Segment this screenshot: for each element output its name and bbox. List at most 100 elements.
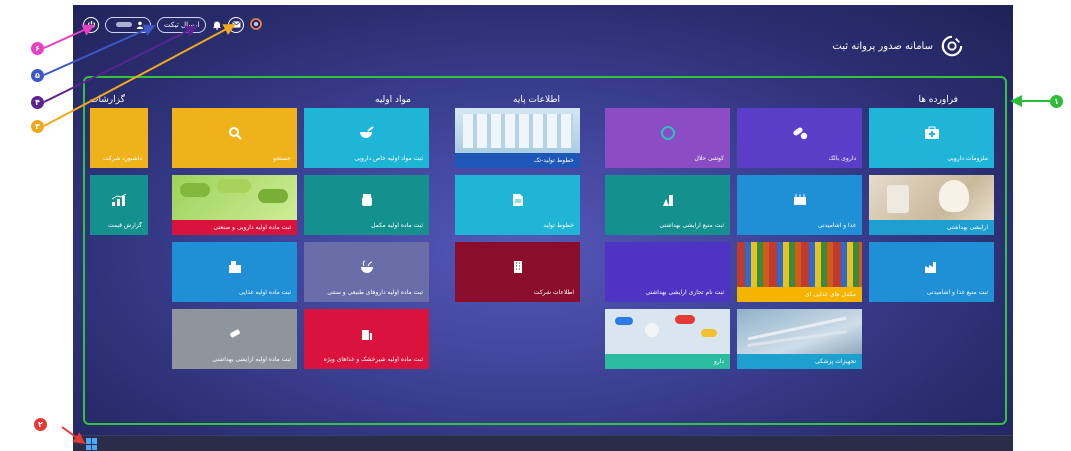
brand-logo-icon	[250, 18, 263, 30]
section-title-products: فراورده ها	[918, 95, 958, 105]
tile-label: داروی بالک	[828, 155, 856, 162]
tile-label: ثبت نام تجاری آرایشی بهداشتی	[645, 289, 724, 296]
windows-start-button[interactable]	[86, 438, 98, 450]
desktop-panel: ارسال تیکت سامانه صدور پروانه ثبت فراورد…	[73, 5, 1013, 451]
tile-raw-supplement[interactable]: ثبت ماده اولیه مکمل	[304, 175, 429, 235]
tile-drug[interactable]: دارو	[605, 309, 730, 369]
tile-raw-natural[interactable]: ثبت ماده اولیه داروهای طبیعی و سنتی	[304, 242, 429, 302]
chart-icon	[111, 193, 127, 207]
search-icon	[228, 127, 242, 140]
first-aid-icon	[924, 126, 939, 140]
document-icon	[512, 194, 523, 207]
lipstick-icon	[229, 329, 240, 338]
tile-label: ثبت ماده اولیه مکمل	[371, 222, 423, 229]
instrument-graphic	[747, 330, 847, 347]
tile-food-drinks[interactable]: غذا و آشامیدنی	[737, 175, 862, 235]
tile-label: مکمل های غذایی ای	[805, 291, 856, 298]
brand-logo-icon	[941, 35, 963, 57]
section-title-basic-info: اطلاعات پایه	[513, 95, 561, 105]
mortar-icon	[359, 126, 374, 139]
tile-label: کوشی حلال	[694, 155, 724, 162]
windows-logo-icon	[86, 444, 91, 450]
tile-label: خطوط تولید	[543, 222, 574, 229]
shell-graphic	[939, 180, 969, 212]
windows-logo-icon	[86, 438, 91, 444]
send-ticket-label: ارسال تیکت	[164, 20, 200, 29]
tile-raw-cosmetic[interactable]: ثبت ماده اولیه آرایشی بهداشتی	[172, 309, 297, 369]
callout-5: ۵	[31, 69, 44, 82]
tile-label: ثبت مواد اولیه خاص دارویی	[354, 155, 423, 162]
pills-icon	[792, 127, 807, 140]
supplement-jar-icon	[361, 194, 372, 207]
tile-label: آرایشی بهداشتی	[946, 224, 988, 231]
capsule-graphic	[701, 329, 717, 337]
screenshot-canvas: ارسال تیکت سامانه صدور پروانه ثبت فراورد…	[0, 0, 1071, 451]
power-icon	[87, 20, 95, 29]
tile-label: ملزومات دارویی	[947, 155, 988, 162]
tile-food-source[interactable]: ثبت منبع غذا و آشامیدنی	[869, 242, 994, 302]
halal-icon	[660, 126, 675, 141]
tile-label: دارو	[713, 358, 724, 365]
user-menu[interactable]	[105, 16, 151, 33]
cream-jar-graphic	[887, 185, 909, 213]
tile-raw-pharma-industrial[interactable]: ثبت ماده اولیه دارویی و صنعتی	[172, 175, 297, 235]
tile-label: ثبت ماده اولیه داروهای طبیعی و سنتی	[327, 289, 423, 296]
tile-medical-equipment[interactable]: تجهیزات پزشکی	[737, 309, 862, 369]
taskbar	[73, 435, 1013, 451]
herbal-mortar-icon	[360, 260, 373, 274]
tile-raw-food[interactable]: ثبت ماده اولیه غذایی	[172, 242, 297, 302]
tile-production-lines[interactable]: خطوط تولید	[455, 175, 580, 235]
tile-label: ثبت ماده اولیه دارویی و صنعتی	[213, 224, 292, 231]
tile-medical-supplies[interactable]: ملزومات دارویی	[869, 108, 994, 168]
cosmetic-bottle-icon	[662, 195, 673, 207]
top-toolbar: ارسال تیکت	[83, 15, 263, 34]
callout-3: ۳	[31, 120, 44, 133]
building-icon	[513, 261, 522, 274]
user-name-redacted	[116, 22, 132, 27]
tile-raw-drug-register[interactable]: ثبت مواد اولیه خاص دارویی	[304, 108, 429, 168]
notification-bell[interactable]	[212, 15, 222, 34]
section-title-reports: گزارشات	[90, 95, 125, 105]
pill-graphic	[645, 323, 659, 337]
tile-label: غذا و آشامیدنی	[817, 222, 856, 229]
tile-raw-milk[interactable]: ثبت ماده اولیه شیرخشک و غذاهای ویژه	[304, 309, 429, 369]
brand-header: سامانه صدور پروانه ثبت	[832, 35, 963, 57]
capsule-graphic	[180, 183, 210, 197]
windows-logo-icon	[92, 444, 97, 450]
tile-cosmetic-source[interactable]: ثبت منبع آرایشی بهداشتی	[605, 175, 730, 235]
send-ticket-button[interactable]: ارسال تیکت	[157, 16, 207, 33]
tile-production-lines-single[interactable]: خطوط تولید-تک	[455, 108, 580, 168]
tile-trade-name[interactable]: ثبت نام تجاری آرایشی بهداشتی	[605, 242, 730, 302]
tile-label: ثبت ماده اولیه آرایشی بهداشتی	[212, 356, 291, 363]
tile-company-dashboard[interactable]: داشبورد شرکت	[90, 108, 148, 168]
power-button[interactable]	[83, 16, 99, 33]
tile-label: تجهیزات پزشکی	[815, 358, 856, 365]
formula-can-icon	[361, 330, 372, 341]
tile-halal-cosmetic[interactable]: کوشی حلال	[605, 108, 730, 168]
app-title: سامانه صدور پروانه ثبت	[832, 40, 933, 52]
tile-price-report[interactable]: گزارش قیمت	[90, 175, 148, 235]
tile-drug-bulk[interactable]: داروی بالک	[737, 108, 862, 168]
tile-label: جستجو	[273, 155, 291, 162]
tile-label: ثبت منبع آرایشی بهداشتی	[659, 222, 724, 229]
food-icon	[793, 194, 806, 206]
tile-supplements[interactable]: مکمل های غذایی ای	[737, 242, 862, 302]
capsule-graphic	[258, 189, 288, 203]
section-title-raw-materials: مواد اولیه	[375, 95, 411, 105]
tile-label: ثبت منبع غذا و آشامیدنی	[926, 289, 988, 296]
tile-label: اطلاعات شرکت	[533, 289, 574, 296]
tile-label: گزارش قیمت	[107, 222, 142, 229]
callout-2: ۲	[34, 418, 47, 431]
tile-label: ثبت ماده اولیه غذایی	[239, 289, 291, 296]
tile-label: ثبت ماده اولیه شیرخشک و غذاهای ویژه	[323, 356, 423, 363]
capsule-graphic	[615, 317, 633, 325]
factory-icon	[924, 262, 936, 274]
food-box-icon	[228, 261, 241, 274]
tile-label: داشبورد شرکت	[103, 155, 142, 162]
mail-icon	[232, 21, 241, 28]
messages-button[interactable]	[228, 16, 245, 33]
tile-cosmetics[interactable]: آرایشی بهداشتی	[869, 175, 994, 235]
tile-company-info[interactable]: اطلاعات شرکت	[455, 242, 580, 302]
tile-search[interactable]: جستجو	[172, 108, 297, 168]
vials-graphic	[463, 114, 573, 148]
